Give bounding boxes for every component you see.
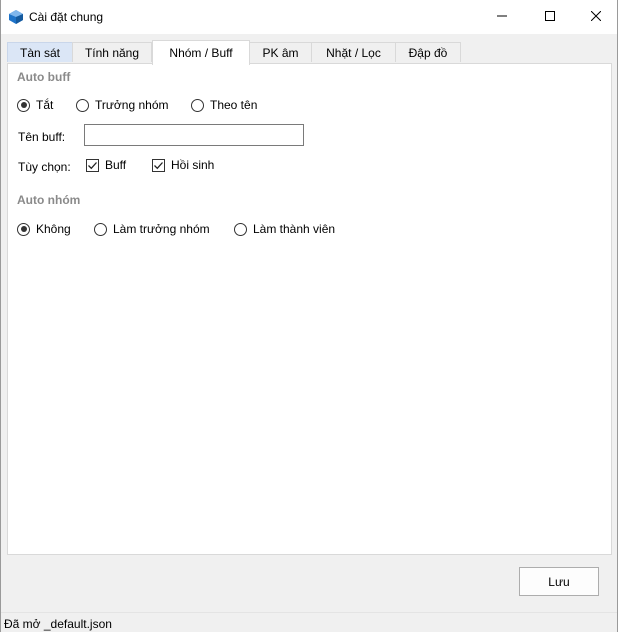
tab-label: Tàn sát (19, 45, 61, 60)
radio-label: Theo tên (210, 98, 258, 112)
minimize-button[interactable] (479, 0, 525, 34)
status-bar: Đã mở _default.json (1, 612, 617, 632)
tab-label: Nhặt / Lọc (326, 45, 381, 60)
radio-indicator (17, 98, 30, 112)
radio-label: Làm trưởng nhóm (113, 222, 210, 236)
settings-window: Cài đặt chung Tàn sát Tính năng Nhóm / B… (0, 0, 618, 632)
checkbox-buff[interactable]: Buff (86, 158, 126, 172)
save-button[interactable]: Lưu (519, 567, 599, 596)
window-title: Cài đặt chung (29, 10, 104, 24)
tab-pk-am[interactable]: PK âm (249, 42, 312, 62)
tab-label: Tính năng (84, 45, 140, 60)
radio-indicator (94, 222, 107, 236)
checkbox-label: Hồi sinh (171, 158, 215, 172)
checkbox-indicator (86, 158, 99, 172)
tab-nhat-loc[interactable]: Nhặt / Lọc (311, 42, 396, 62)
radio-label: Trưởng nhóm (95, 98, 169, 112)
buff-name-label: Tên buff: (18, 130, 66, 144)
tab-label: Nhóm / Buff (169, 46, 233, 60)
radio-indicator (17, 222, 30, 236)
auto-group-title: Auto nhóm (17, 193, 81, 207)
options-label: Tùy chọn: (18, 160, 71, 174)
auto-buff-title: Auto buff (17, 70, 71, 84)
tab-label: PK âm (262, 45, 299, 60)
radio-indicator (234, 222, 247, 236)
radio-label: Tắt (36, 98, 54, 112)
tab-label: Đập đồ (408, 45, 448, 60)
close-button[interactable] (573, 0, 619, 34)
tab-tinh-nang[interactable]: Tính năng (72, 42, 152, 62)
close-icon (590, 10, 602, 24)
tab-dap-do[interactable]: Đập đồ (395, 42, 461, 62)
tab-strip: Tàn sát Tính năng Nhóm / Buff PK âm Nhặt… (7, 40, 611, 65)
radio-group-none[interactable]: Không (17, 222, 71, 236)
radio-group-leader[interactable]: Làm trưởng nhóm (94, 222, 210, 236)
maximize-button[interactable] (527, 0, 573, 34)
radio-indicator (76, 98, 89, 112)
save-button-label: Lưu (548, 574, 570, 589)
tab-nhom-buff[interactable]: Nhóm / Buff (152, 40, 250, 65)
buff-name-input[interactable] (84, 124, 304, 146)
radio-indicator (191, 98, 204, 112)
checkbox-indicator (152, 158, 165, 172)
app-icon (8, 9, 24, 25)
checkbox-revive[interactable]: Hồi sinh (152, 158, 214, 172)
title-bar: Cài đặt chung (1, 0, 617, 34)
checkbox-label: Buff (105, 158, 127, 172)
radio-label: Làm thành viên (253, 222, 336, 236)
tab-tan-sat[interactable]: Tàn sát (7, 42, 73, 62)
radio-buff-leader[interactable]: Trưởng nhóm (76, 98, 168, 112)
radio-buff-off[interactable]: Tắt (17, 98, 53, 112)
radio-buff-by-name[interactable]: Theo tên (191, 98, 257, 112)
checkmark-icon (154, 161, 163, 169)
radio-group-member[interactable]: Làm thành viên (234, 222, 335, 236)
maximize-icon (545, 10, 555, 24)
tab-panel-nhom-buff: Auto buff Tắt Trưởng nhóm Theo tên Tên b… (7, 63, 612, 555)
checkmark-icon (88, 161, 97, 169)
status-text: Đã mở _default.json (4, 617, 112, 631)
radio-label: Không (36, 222, 71, 236)
minimize-icon (497, 10, 507, 24)
